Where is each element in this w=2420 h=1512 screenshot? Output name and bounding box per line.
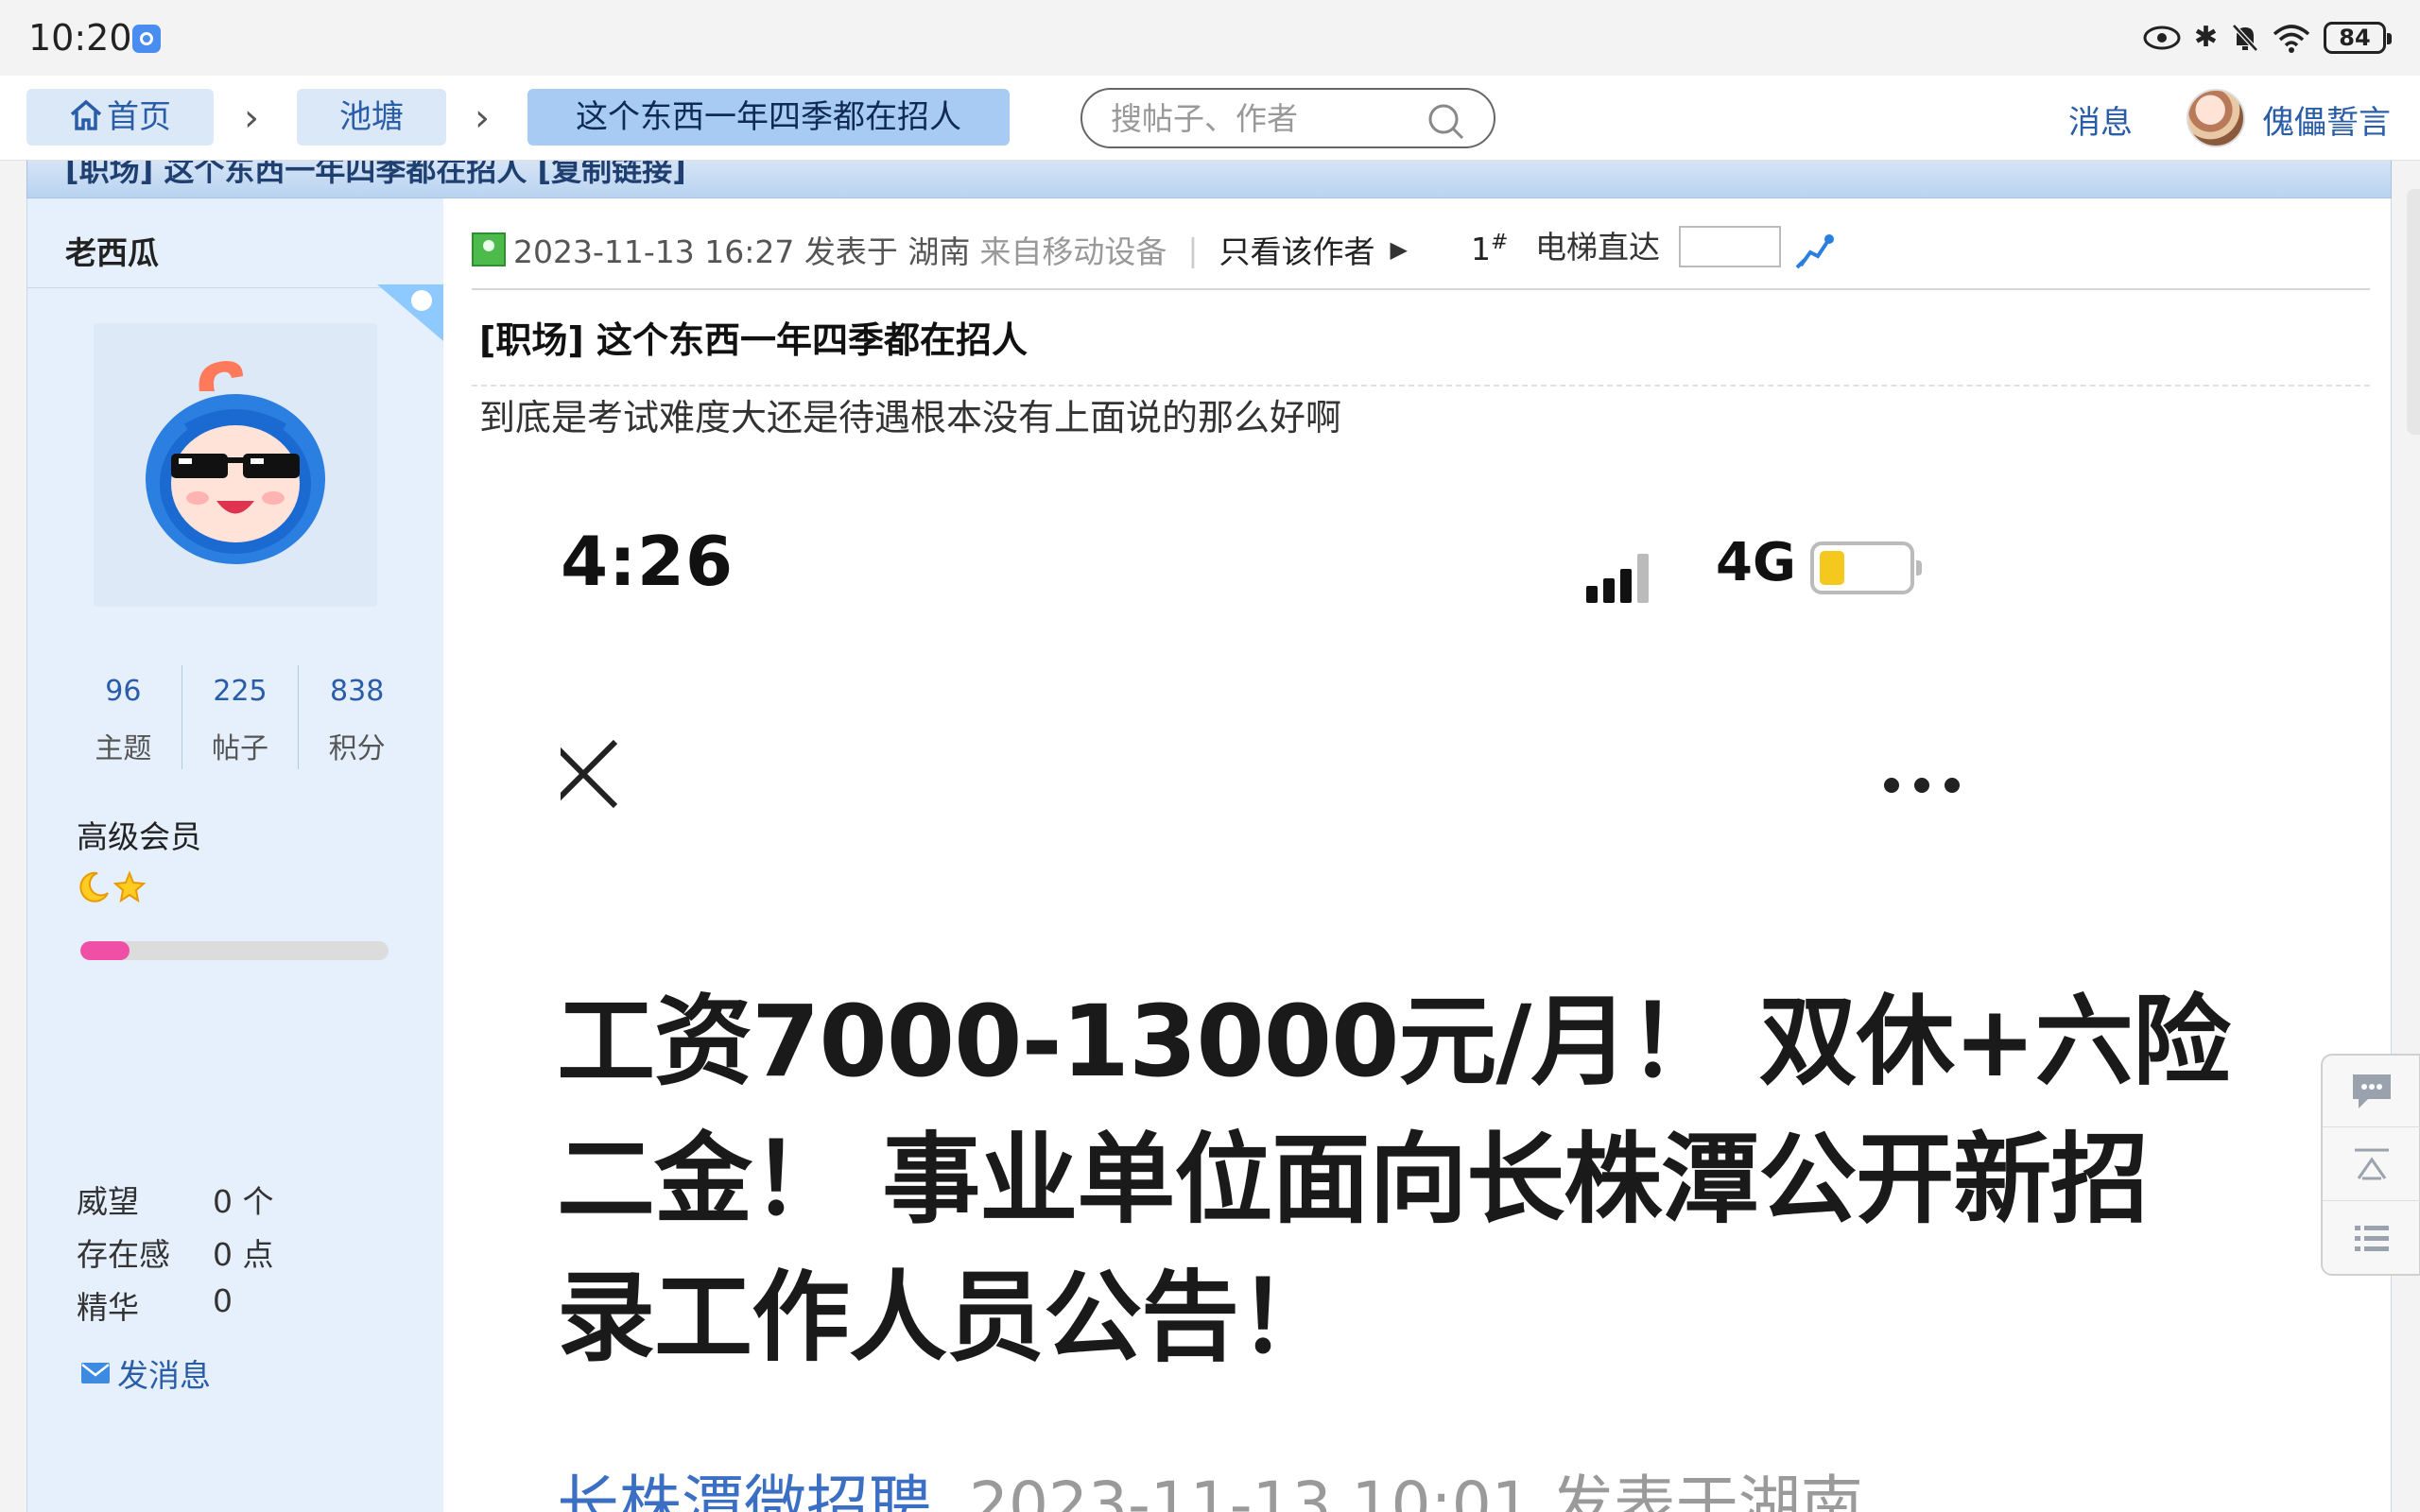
embedded-source-line: 长株潭微招聘 2023-11-13 10:01 发表于湖南 [561,1454,1863,1512]
status-time: 10:20 [28,17,132,59]
breadcrumb-bar: 首页 › 池塘 › 这个东西一年四季都在招人 消息 傀儡誓言 [0,76,2420,161]
chevron-right-icon: › [244,96,259,140]
rank-progress-bar [80,941,389,960]
meta-divider: | [1187,231,1199,268]
stat-posts-label: 帖子 [212,732,268,765]
embedded-battery-icon [1810,541,1922,594]
username-link[interactable]: 傀儡誓言 [2262,96,2391,143]
send-message-button[interactable]: 发消息 [79,1350,211,1396]
floor-number-value: 1 [1471,231,1491,267]
info-value: 0 个 [213,1183,274,1220]
chevron-right-icon: › [475,96,490,140]
elevator-label: 电梯直达 [1535,229,1660,266]
stat-topics-value: 96 [105,675,142,708]
embedded-source-datetime: 2023-11-13 10:01 发表于湖南 [969,1469,1863,1512]
search-input[interactable] [1111,97,1423,139]
list-button[interactable] [2323,1203,2420,1275]
bluetooth-icon: ✱ [2193,21,2218,54]
post: 老西瓜 96 主题 225 帖子 838 积分 高级会员 威望 0 个 存在感 … [26,198,2392,1512]
stat-points-value: 838 [330,675,385,708]
home-icon [70,99,102,130]
member-rank: 高级会员 [77,818,201,855]
embedded-network: 4G [1716,532,1796,593]
breadcrumb-pond[interactable]: 池塘 [297,89,446,146]
info-value: 0 点 [213,1236,274,1273]
mute-icon [2232,24,2258,52]
comment-icon [2353,1074,2391,1108]
messages-link[interactable]: 消息 [2068,96,2133,143]
triangle-right-icon: ▶ [1390,236,1408,263]
breadcrumb-current-thread[interactable]: 这个东西一年四季都在招人 [527,89,1010,146]
breadcrumb-home[interactable]: 首页 [26,89,214,146]
rank-progress-fill [80,941,130,960]
info-value: 0 [213,1282,233,1319]
elevator-input[interactable] [1679,226,1781,267]
app-notification-icon [132,25,161,53]
author-row: 老西瓜 [27,198,443,288]
stat-posts[interactable]: 225 帖子 [182,665,300,769]
title-divider-line [472,385,2370,387]
post-meta: 2023-11-13 16:27 发表于 湖南 来自移动设备 | 只看该作者 ▶ [472,226,1408,273]
more-options-icon [1884,778,1960,793]
search-box[interactable] [1080,88,1495,148]
corner-badge-icon [377,284,443,341]
battery-indicator: 84 [2324,22,2392,54]
embedded-screenshot[interactable]: 4:26 4G 工资7000-13000元/月！ 双休+六险 二金！ 事业单位面… [561,509,2376,1512]
mascot-avatar-icon [146,361,325,564]
post-device: 来自移动设备 [979,233,1167,270]
info-essence: 精华 0 [77,1282,233,1328]
meta-divider-line [472,288,2370,290]
breadcrumb-home-label: 首页 [107,98,171,136]
only-author-link[interactable]: 只看该作者 [1219,227,1374,272]
floor-number[interactable]: 1# [1471,231,1508,267]
author-name[interactable]: 老西瓜 [65,228,159,273]
star-icon [112,870,147,903]
info-label: 精华 [77,1289,139,1326]
embedded-headline: 工资7000-13000元/月！ 双休+六险 二金！ 事业单位面向长株潭公开新招… [561,984,2231,1375]
info-presence: 存在感 0 点 [77,1229,274,1275]
status-icons: ✱ 84 [2143,17,2392,59]
author-avatar[interactable] [94,323,377,607]
info-label: 存在感 [77,1236,170,1273]
stat-topics[interactable]: 96 主题 [65,665,182,769]
floor-mark: # [1491,231,1509,254]
comment-button[interactable] [2323,1056,2420,1127]
stat-points[interactable]: 838 积分 [299,665,415,769]
list-icon [2355,1226,2389,1251]
author-sidebar: 老西瓜 96 主题 225 帖子 838 积分 高级会员 威望 0 个 存在感 … [27,198,443,1512]
signal-icon [1586,554,1649,603]
info-prestige: 威望 0 个 [77,1177,274,1222]
embedded-source: 长株潭微招聘 [561,1469,931,1512]
edge-handle[interactable] [2407,189,2420,435]
embedded-time: 4:26 [561,522,735,601]
stat-posts-value: 225 [213,675,268,708]
rank-icons [77,870,147,904]
info-label: 威望 [77,1183,139,1220]
envelope-icon [81,1363,110,1383]
post-content: 2023-11-13 16:27 发表于 湖南 来自移动设备 | 只看该作者 ▶… [443,198,2393,1512]
post-body: 到底是考试难度大还是待遇根本没有上面说的那么好啊 [479,397,1342,438]
status-bar: 10:20 ✱ 84 [0,0,2420,76]
author-stats: 96 主题 225 帖子 838 积分 [65,665,415,769]
stat-points-label: 积分 [328,732,386,765]
close-icon [561,739,618,809]
stat-topics-label: 主题 [95,732,152,765]
back-to-top-button[interactable] [2323,1129,2420,1201]
wifi-icon [2273,25,2310,53]
back-to-top-icon [2355,1148,2389,1179]
post-datetime: 2023-11-13 16:27 发表于 湖南 [513,233,971,270]
send-message-label: 发消息 [117,1357,211,1394]
search-icon[interactable] [1427,103,1465,141]
online-status-icon [472,232,506,266]
eye-icon [2143,26,2181,50]
floating-toolbar [2321,1054,2420,1276]
jump-icon[interactable] [1795,232,1837,269]
moon-icon [79,871,109,902]
post-title: [职场] 这个东西一年四季都在招人 [479,319,1028,361]
user-avatar[interactable] [2187,89,2245,147]
